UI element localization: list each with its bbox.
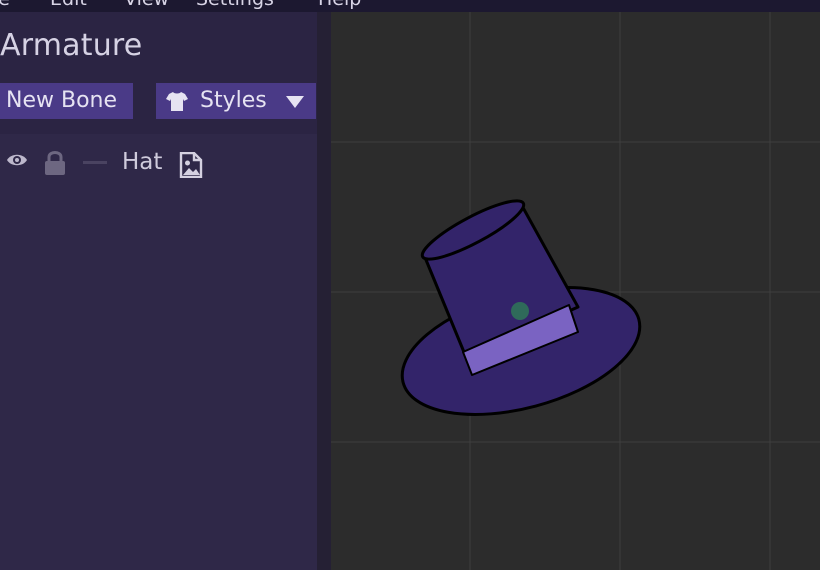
menu-file[interactable]: File [0,0,10,10]
shirt-icon [166,88,188,111]
panel-resize-handle[interactable] [317,12,331,570]
panel-title: Armature [0,28,143,63]
bone-row[interactable]: Hat [0,144,317,180]
top-hat-sprite [400,199,642,416]
eye-icon[interactable] [6,152,28,172]
bone-line-indicator [83,161,107,164]
app-window: File Edit View Settings Help Armature Ne… [0,0,820,570]
bone-pivot-handle [511,302,529,320]
new-bone-label: New Bone [6,88,118,113]
menu-settings[interactable]: Settings [196,0,274,10]
menu-bar: File Edit View Settings Help [0,0,820,12]
canvas-viewport[interactable] [331,12,820,570]
menu-view[interactable]: View [124,0,169,10]
chevron-down-icon [286,96,304,108]
viewport-grid-canvas [331,12,820,570]
styles-label: Styles [200,88,267,113]
lock-icon[interactable] [43,150,67,180]
styles-dropdown[interactable]: Styles [156,83,316,119]
menu-edit[interactable]: Edit [50,0,87,10]
armature-panel: Armature New Bone Styles Hat [0,12,317,570]
new-bone-button[interactable]: New Bone [0,83,133,119]
image-file-icon[interactable] [179,151,203,182]
menu-help[interactable]: Help [318,0,361,10]
bone-name[interactable]: Hat [122,148,162,176]
bone-list: Hat [0,134,317,570]
